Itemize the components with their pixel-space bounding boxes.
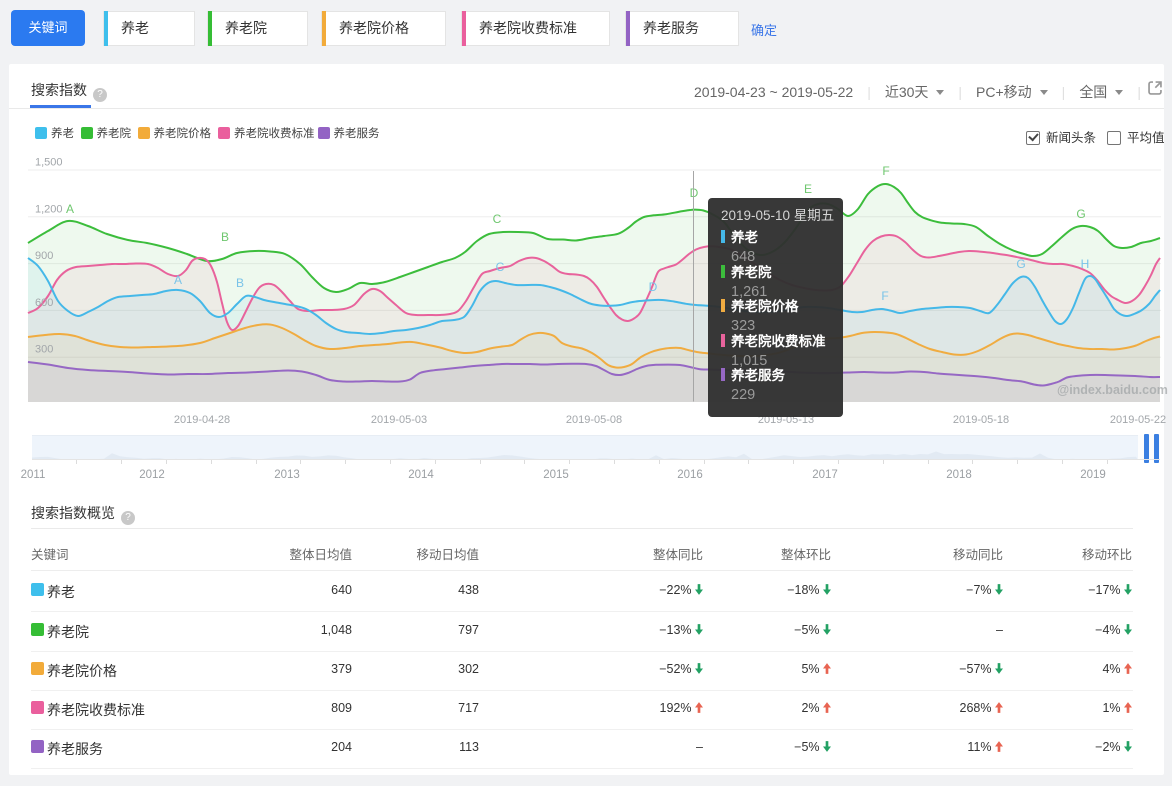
svg-text:1,200: 1,200 xyxy=(35,203,63,215)
svg-text:A: A xyxy=(174,273,182,287)
svg-text:2019-04-28: 2019-04-28 xyxy=(174,414,230,426)
svg-text:900: 900 xyxy=(35,250,53,262)
svg-text:B: B xyxy=(236,276,244,290)
svg-text:H: H xyxy=(1081,257,1090,271)
svg-text:2019-05-22: 2019-05-22 xyxy=(1110,414,1166,426)
svg-text:2019-05-08: 2019-05-08 xyxy=(566,414,622,426)
svg-text:B: B xyxy=(221,230,229,244)
svg-text:C: C xyxy=(496,260,505,274)
svg-text:D: D xyxy=(690,186,699,200)
svg-text:G: G xyxy=(1016,257,1025,271)
svg-text:@index.baidu.com: @index.baidu.com xyxy=(1057,383,1168,397)
svg-text:A: A xyxy=(66,202,74,216)
svg-text:E: E xyxy=(804,182,812,196)
svg-text:C: C xyxy=(493,212,502,226)
svg-text:F: F xyxy=(882,164,889,178)
svg-text:F: F xyxy=(881,289,888,303)
svg-text:G: G xyxy=(1076,207,1085,221)
svg-text:2019-05-03: 2019-05-03 xyxy=(371,414,427,426)
svg-text:600: 600 xyxy=(35,297,53,309)
svg-text:D: D xyxy=(649,280,658,294)
svg-text:1,500: 1,500 xyxy=(35,157,63,169)
svg-text:300: 300 xyxy=(35,344,53,356)
svg-text:2019-05-18: 2019-05-18 xyxy=(953,414,1009,426)
